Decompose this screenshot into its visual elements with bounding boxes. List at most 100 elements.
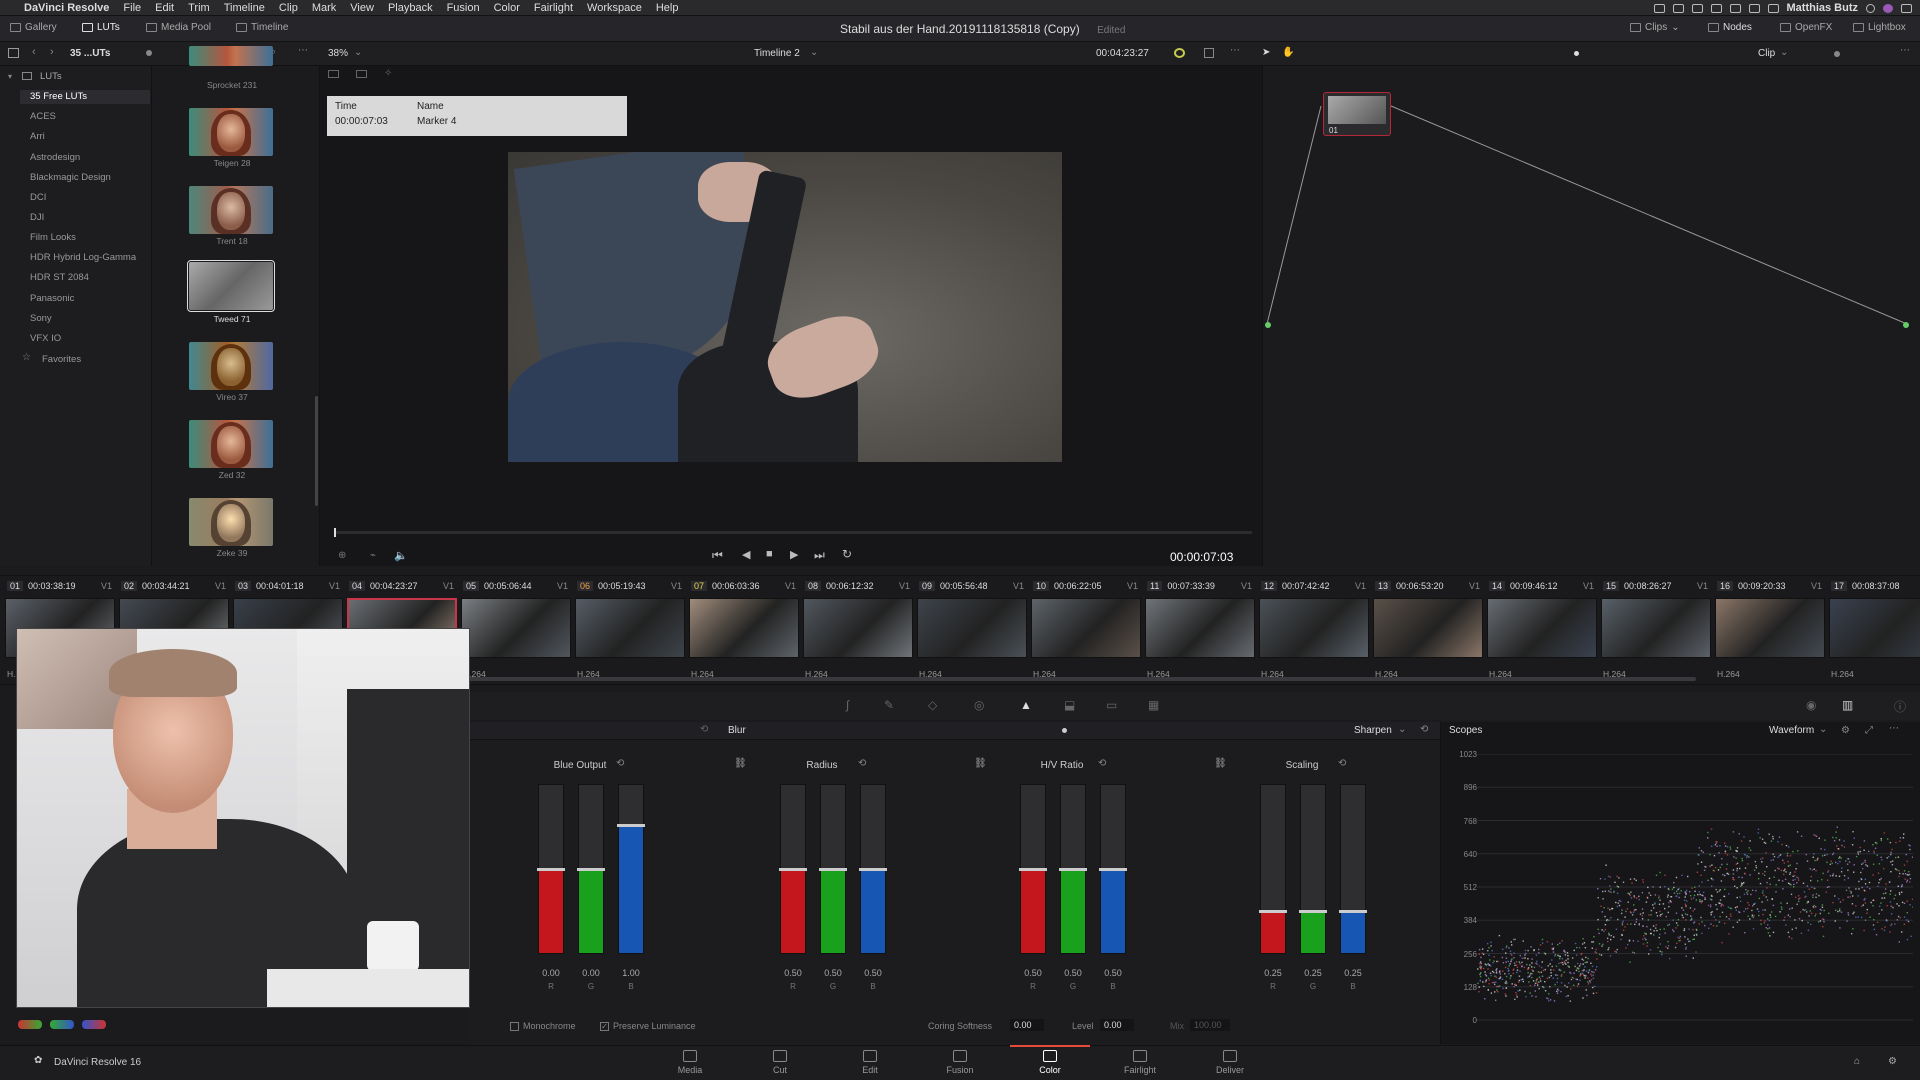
- slider-handle[interactable]: [779, 868, 807, 871]
- reset-icon[interactable]: ⟲: [1338, 758, 1346, 769]
- forward-icon[interactable]: ›: [50, 46, 54, 58]
- lut-thumb-sprocket[interactable]: [189, 46, 273, 66]
- lut-thumb-trent[interactable]: [189, 186, 273, 234]
- tree-item-hdr-hlg[interactable]: HDR Hybrid Log-Gamma: [30, 252, 136, 263]
- menu-fusion[interactable]: Fusion: [440, 2, 487, 14]
- channel-slider[interactable]: [1259, 784, 1287, 954]
- skip-start-icon[interactable]: ⏮: [712, 548, 723, 563]
- settings-gear-icon[interactable]: ⚙: [1888, 1056, 1897, 1067]
- clip-thumbnail[interactable]: [689, 598, 799, 658]
- channel-slider[interactable]: [577, 784, 605, 954]
- slider-handle[interactable]: [1299, 910, 1327, 913]
- tree-item-astrodesign[interactable]: Astrodesign: [30, 152, 80, 163]
- hand-icon[interactable]: ✋: [1282, 47, 1294, 58]
- page-fairlight[interactable]: Fairlight: [1110, 1050, 1170, 1075]
- tree-item-sony[interactable]: Sony: [30, 313, 52, 324]
- clips-button[interactable]: Clips ⌄: [1630, 22, 1680, 33]
- page-color[interactable]: Color: [1010, 1045, 1090, 1075]
- coring-softness-value[interactable]: 0.00: [1010, 1019, 1044, 1031]
- play-icon[interactable]: ▶: [790, 548, 798, 561]
- info-icon[interactable]: ⓘ: [1894, 698, 1906, 715]
- slider-handle[interactable]: [819, 868, 847, 871]
- tree-item-35-free-luts[interactable]: 35 Free LUTs: [20, 90, 150, 104]
- clip-thumbnail[interactable]: [1601, 598, 1711, 658]
- scopes-mode-chevron-icon[interactable]: ⌄: [1819, 724, 1827, 735]
- mix-value[interactable]: 100.00: [1190, 1019, 1230, 1031]
- options-dot-icon[interactable]: [146, 50, 152, 56]
- channel-slider[interactable]: [1339, 784, 1367, 954]
- channel-slider[interactable]: [617, 784, 645, 954]
- openfx-button[interactable]: OpenFX: [1780, 22, 1832, 33]
- link-icon[interactable]: ⛓: [734, 758, 747, 769]
- tree-item-panasonic[interactable]: Panasonic: [30, 293, 74, 304]
- slider-handle[interactable]: [537, 868, 565, 871]
- slider-handle[interactable]: [1339, 910, 1367, 913]
- menu-fairlight[interactable]: Fairlight: [527, 2, 580, 14]
- play-reverse-icon[interactable]: ◀: [742, 548, 750, 561]
- window-icon[interactable]: ◇: [928, 698, 937, 712]
- link-icon[interactable]: ⛓: [1214, 758, 1227, 769]
- slider-handle[interactable]: [617, 824, 645, 828]
- slider-handle[interactable]: [577, 868, 605, 871]
- qualifier-icon[interactable]: ✎: [884, 698, 894, 712]
- wifi-icon[interactable]: [1748, 3, 1760, 13]
- tree-item-film-looks[interactable]: Film Looks: [30, 232, 76, 243]
- reset-icon[interactable]: ⟲: [858, 758, 866, 769]
- loop-options-icon[interactable]: ⊕: [338, 550, 346, 561]
- node-more-icon[interactable]: ⋯: [1900, 45, 1910, 56]
- scopes-mode[interactable]: Waveform: [1769, 725, 1814, 736]
- fullscreen-icon[interactable]: [1204, 48, 1214, 58]
- rgb-link-toggle-3[interactable]: [82, 1020, 106, 1029]
- preserve-luminance-option[interactable]: ✓ Preserve Luminance: [600, 1021, 696, 1032]
- skip-end-icon[interactable]: ⏭: [814, 548, 825, 563]
- channel-slider[interactable]: [1299, 784, 1327, 954]
- blur-mode-chevron-icon[interactable]: ⌄: [1398, 724, 1406, 735]
- menu-edit[interactable]: Edit: [148, 2, 181, 14]
- menu-mark[interactable]: Mark: [305, 2, 343, 14]
- pointer-icon[interactable]: ➤: [1262, 47, 1270, 58]
- slider-handle[interactable]: [1019, 868, 1047, 871]
- tree-item-arri[interactable]: Arri: [30, 131, 45, 142]
- app-menu[interactable]: DaVinci Resolve: [14, 2, 116, 14]
- node-01[interactable]: 01: [1323, 92, 1391, 136]
- lut-thumb-zed[interactable]: [189, 420, 273, 468]
- clip-thumbnail[interactable]: [1145, 598, 1255, 658]
- channel-slider[interactable]: [779, 784, 807, 954]
- search-icon[interactable]: [1866, 3, 1875, 13]
- page-edit[interactable]: Edit: [840, 1050, 900, 1075]
- tree-item-dci[interactable]: DCI: [30, 192, 46, 203]
- 3d-icon[interactable]: ▦: [1148, 698, 1159, 712]
- channel-value[interactable]: 0.50: [1020, 968, 1046, 978]
- bluetooth-icon[interactable]: [1729, 3, 1741, 13]
- channel-value[interactable]: 0.50: [1060, 968, 1086, 978]
- screen-icon[interactable]: [1653, 3, 1665, 13]
- page-media[interactable]: Media: [660, 1050, 720, 1075]
- tree-item-vfx-io[interactable]: VFX IO: [30, 333, 61, 344]
- page-deliver[interactable]: Deliver: [1200, 1050, 1260, 1075]
- node-options-dot-icon[interactable]: [1834, 51, 1840, 57]
- tracker-icon[interactable]: ◎: [974, 698, 984, 712]
- scopes-more-icon[interactable]: ⋯: [1889, 723, 1899, 734]
- channel-value[interactable]: 0.00: [578, 968, 604, 978]
- split-view-icon[interactable]: [356, 70, 367, 78]
- stop-icon[interactable]: ■: [766, 548, 773, 560]
- menu-color[interactable]: Color: [487, 2, 527, 14]
- channel-slider[interactable]: [537, 784, 565, 954]
- panel-options-dot[interactable]: [1062, 728, 1067, 733]
- back-icon[interactable]: ‹: [32, 46, 36, 58]
- menu-file[interactable]: File: [116, 2, 148, 14]
- menu-help[interactable]: Help: [649, 2, 686, 14]
- channel-value[interactable]: 0.50: [780, 968, 806, 978]
- tree-item-dji[interactable]: DJI: [30, 212, 44, 223]
- siri-icon[interactable]: [1883, 3, 1893, 13]
- clip-thumbnail[interactable]: [1373, 598, 1483, 658]
- channel-slider[interactable]: [819, 784, 847, 954]
- notification-center-icon[interactable]: [1901, 3, 1912, 13]
- menu-timeline[interactable]: Timeline: [217, 2, 272, 14]
- monochrome-checkbox[interactable]: [510, 1022, 519, 1032]
- channel-slider[interactable]: [859, 784, 887, 954]
- cloud-icon[interactable]: [1691, 3, 1703, 13]
- lut-thumb-tweed[interactable]: [187, 260, 275, 312]
- slider-handle[interactable]: [1099, 868, 1127, 871]
- loop-icon[interactable]: ↻: [842, 547, 852, 561]
